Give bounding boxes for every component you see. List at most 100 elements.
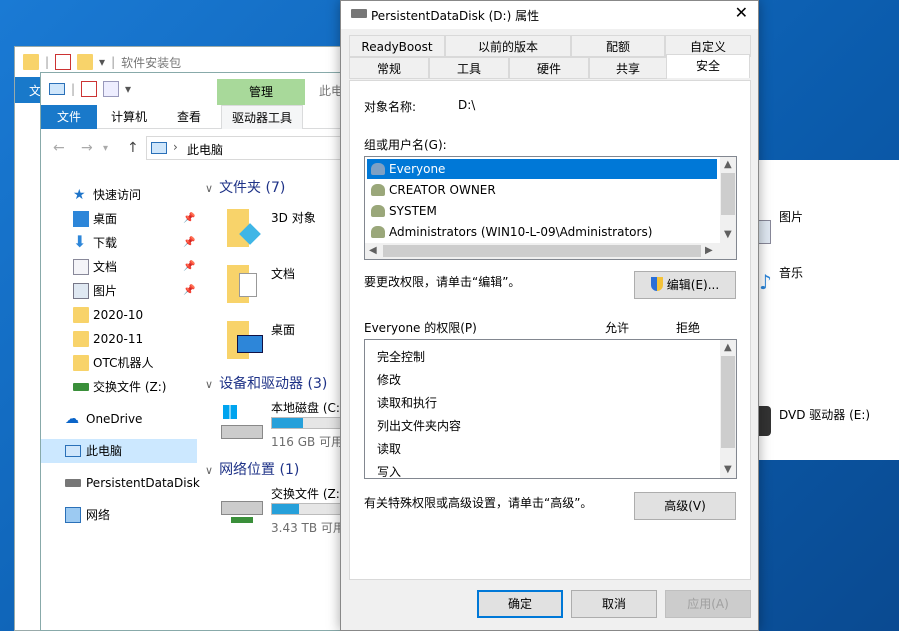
tile-dvd-e[interactable]: DVD 驱动器 (E:) xyxy=(779,406,870,423)
tab-quota[interactable]: 配额 xyxy=(571,35,665,57)
close-icon[interactable]: ✕ xyxy=(735,3,748,22)
nav-folder-otc[interactable]: OTC机器人 xyxy=(41,351,197,375)
network-share-icon[interactable] xyxy=(221,487,263,531)
users-horizontal-scrollbar[interactable]: ◀ ▶ xyxy=(365,243,736,259)
properties-dialog[interactable]: PersistentDataDisk (D:) 属性 ✕ ReadyBoost … xyxy=(340,0,759,631)
pin-icon[interactable]: 📌 xyxy=(183,255,195,279)
separator-icon: | xyxy=(111,55,116,69)
permissions-list[interactable]: 完全控制 修改 读取和执行 列出文件夹内容 读取 写入 ▲ ▼ xyxy=(364,339,737,479)
back-arrow-icon[interactable]: ← xyxy=(53,140,65,156)
tile-share-z[interactable]: 交换文件 (Z:) xyxy=(271,485,344,502)
scroll-thumb[interactable] xyxy=(721,356,735,448)
users-vertical-scrollbar[interactable]: ▲ ▼ xyxy=(720,157,736,243)
scroll-left-icon[interactable]: ◀ xyxy=(369,245,377,256)
pin-icon[interactable]: 📌 xyxy=(183,279,195,303)
scroll-up-icon[interactable]: ▲ xyxy=(724,342,732,353)
explorer-window[interactable]: | ▾ 管理 此电 文件 计算机 查看 驱动器工具 ← → ▾ ↑ › 此电脑 … xyxy=(40,72,370,631)
tile-desktop[interactable]: 桌面 xyxy=(271,321,295,338)
tile-3d-objects[interactable]: 3D 对象 xyxy=(271,209,316,226)
ok-button[interactable]: 确定 xyxy=(477,590,563,618)
edit-button[interactable]: 编辑(E)... xyxy=(634,271,736,299)
music-icon[interactable]: ♪ xyxy=(759,270,772,294)
up-arrow-icon[interactable]: ↑ xyxy=(127,140,139,156)
history-chevron-icon[interactable]: ▾ xyxy=(103,143,108,154)
user-item-creator-owner[interactable]: CREATOR OWNER xyxy=(367,180,496,200)
share-usage-fill xyxy=(272,504,300,514)
tab-readyboost[interactable]: ReadyBoost xyxy=(349,35,445,57)
chevron-right-icon[interactable]: › xyxy=(173,140,178,154)
tab-file[interactable]: 文件 xyxy=(41,105,97,129)
group-folders[interactable]: ∨ 文件夹 (7) xyxy=(205,177,285,197)
share-usage-bar xyxy=(271,503,341,515)
drive-icon xyxy=(351,9,367,18)
tab-tools[interactable]: 工具 xyxy=(429,57,509,79)
user-item-everyone[interactable]: Everyone xyxy=(367,159,717,179)
tab-general[interactable]: 常规 xyxy=(349,57,429,79)
new-item-icon[interactable] xyxy=(103,81,120,97)
address-bar[interactable]: › 此电脑 xyxy=(146,136,366,160)
network-drive-icon xyxy=(73,383,89,391)
scroll-right-icon[interactable]: ▶ xyxy=(705,245,713,256)
local-disk-icon[interactable] xyxy=(221,403,263,447)
scroll-up-icon[interactable]: ▲ xyxy=(724,159,732,170)
user-item-system[interactable]: SYSTEM xyxy=(367,201,437,221)
nav-onedrive[interactable]: ☁ OneDrive xyxy=(41,407,197,431)
nav-quick-access[interactable]: ★ 快速访问 xyxy=(41,183,197,207)
tile-music[interactable]: 音乐 xyxy=(779,264,803,281)
scroll-thumb[interactable] xyxy=(383,245,701,257)
advanced-button[interactable]: 高级(V) xyxy=(634,492,736,520)
folder-icon xyxy=(73,355,89,371)
nav-folder-2020-10[interactable]: 2020-10 xyxy=(41,303,197,327)
scroll-down-icon[interactable]: ▼ xyxy=(724,229,732,240)
tab-view[interactable]: 查看 xyxy=(167,105,211,129)
nav-documents[interactable]: 文档 📌 xyxy=(41,255,197,279)
group-devices[interactable]: ∨ 设备和驱动器 (3) xyxy=(205,373,327,393)
documents-folder-icon[interactable] xyxy=(225,261,265,305)
scroll-thumb[interactable] xyxy=(721,173,735,215)
nav-desktop[interactable]: 桌面 📌 xyxy=(41,207,197,231)
folder-icon xyxy=(73,331,89,347)
nav-network-drive-z[interactable]: 交换文件 (Z:) xyxy=(41,375,197,399)
new-folder-icon[interactable] xyxy=(77,54,94,70)
tab-computer[interactable]: 计算机 xyxy=(101,105,157,129)
forward-arrow-icon[interactable]: → xyxy=(81,140,93,156)
desktop-folder-icon[interactable] xyxy=(225,317,265,361)
permissions-scrollbar[interactable]: ▲ ▼ xyxy=(720,340,736,478)
nav-network[interactable]: 网络 xyxy=(41,503,197,527)
tile-pictures[interactable]: 图片 xyxy=(779,208,803,225)
chevron-down-icon[interactable]: ▾ xyxy=(125,82,131,96)
local-disk-free: 116 GB 可用 xyxy=(271,435,344,449)
manage-tab[interactable]: 管理 xyxy=(217,79,305,105)
perm-write: 写入 xyxy=(377,465,402,479)
apply-button[interactable]: 应用(A) xyxy=(665,590,751,618)
tab-hardware[interactable]: 硬件 xyxy=(509,57,589,79)
properties-icon[interactable] xyxy=(81,81,98,97)
chevron-down-icon[interactable]: ▾ xyxy=(99,55,105,69)
properties-icon[interactable] xyxy=(55,54,72,70)
nav-persistent-disk[interactable]: PersistentDataDisk xyxy=(41,471,200,495)
nav-this-pc[interactable]: 此电脑 xyxy=(41,439,197,463)
nav-downloads[interactable]: ⬇ 下载 📌 xyxy=(41,231,197,255)
tab-security[interactable]: 安全 xyxy=(666,54,750,78)
nav-folder-2020-11[interactable]: 2020-11 xyxy=(41,327,197,351)
tile-documents[interactable]: 文档 xyxy=(271,265,295,282)
tab-sharing[interactable]: 共享 xyxy=(589,57,667,79)
pin-icon[interactable]: 📌 xyxy=(183,207,195,231)
group-network-locations[interactable]: ∨ 网络位置 (1) xyxy=(205,459,299,479)
user-group-icon xyxy=(371,184,385,196)
star-icon: ★ xyxy=(73,187,86,203)
dialog-titlebar[interactable]: PersistentDataDisk (D:) 属性 ✕ xyxy=(341,1,758,29)
user-item-administrators[interactable]: Administrators (WIN10-L-09\Administrator… xyxy=(367,222,652,242)
users-listbox[interactable]: Everyone CREATOR OWNER SYSTEM Administra… xyxy=(364,156,737,260)
folder-3d-icon[interactable] xyxy=(225,205,265,249)
tab-drive-tools[interactable]: 驱动器工具 xyxy=(221,105,304,129)
tile-local-disk-c[interactable]: 本地磁盘 (C: xyxy=(271,399,340,416)
explorer-titlebar[interactable]: | ▾ 管理 此电 xyxy=(41,73,369,105)
nav-pictures[interactable]: 图片 📌 xyxy=(41,279,197,303)
picture-icon[interactable] xyxy=(757,220,771,244)
cancel-button[interactable]: 取消 xyxy=(571,590,657,618)
perm-read: 读取 xyxy=(377,442,402,456)
scroll-down-icon[interactable]: ▼ xyxy=(724,464,732,475)
pin-icon[interactable]: 📌 xyxy=(183,231,195,255)
tab-previous-versions[interactable]: 以前的版本 xyxy=(445,35,571,57)
